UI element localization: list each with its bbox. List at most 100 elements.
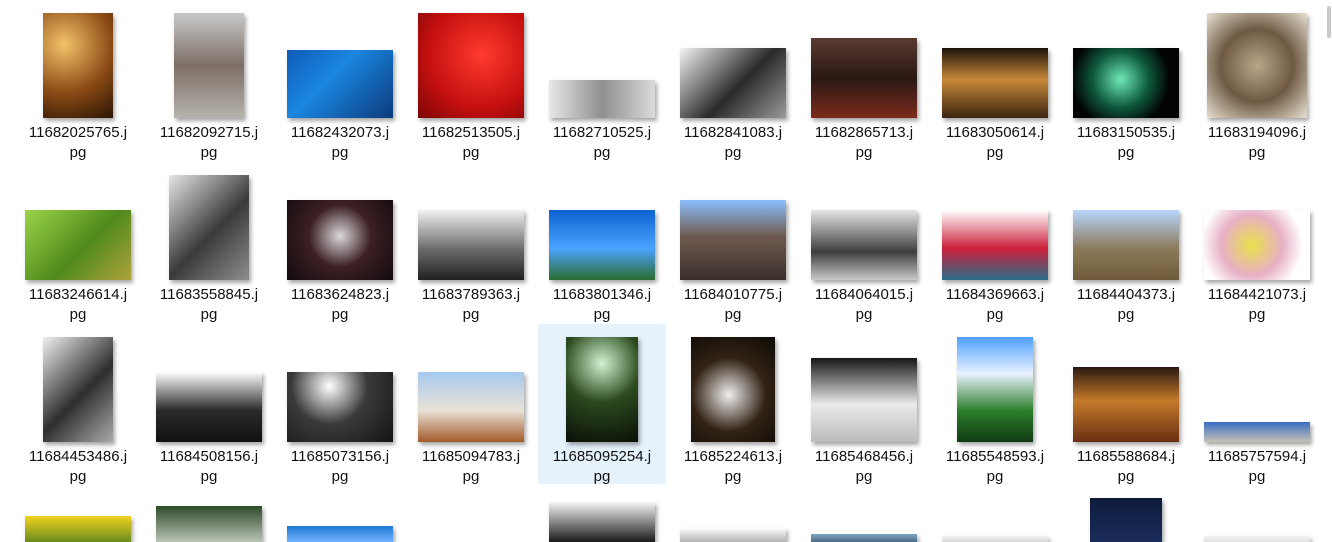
image-thumbnail[interactable]	[1073, 367, 1179, 442]
image-thumbnail[interactable]	[418, 13, 524, 118]
file-name: 11683789363.j pg	[407, 285, 535, 325]
image-thumbnail[interactable]	[287, 526, 393, 542]
image-thumbnail[interactable]	[549, 80, 655, 118]
image-thumbnail[interactable]	[691, 337, 775, 442]
image-thumbnail[interactable]	[680, 528, 786, 542]
file-tile[interactable]: 11684369663.j pg	[931, 162, 1059, 323]
file-tile[interactable]: 11682513505.j pg	[407, 0, 535, 161]
file-name-line-1: 11682092715.j	[159, 124, 259, 141]
image-thumbnail[interactable]	[942, 48, 1048, 118]
image-thumbnail[interactable]	[680, 48, 786, 118]
image-thumbnail[interactable]	[169, 175, 249, 280]
file-tile[interactable]: 11682025765.j pg	[14, 0, 142, 161]
file-thumbnail-grid: 11682025765.j pg 11682092715.j pg 1168243207…	[0, 0, 1332, 542]
image-thumbnail[interactable]	[287, 50, 393, 118]
file-tile[interactable]: 11683624823.j pg	[276, 162, 404, 323]
image-thumbnail[interactable]	[566, 337, 638, 442]
file-name: 11684404373.j pg	[1062, 285, 1190, 325]
image-thumbnail[interactable]	[811, 38, 917, 118]
image-thumbnail[interactable]	[942, 210, 1048, 280]
file-name-line-2: pg	[1117, 306, 1135, 323]
file-name: 11685224613.j pg	[669, 447, 797, 487]
image-thumbnail[interactable]	[549, 502, 655, 542]
image-thumbnail[interactable]	[811, 210, 917, 280]
image-thumbnail[interactable]	[25, 210, 131, 280]
image-thumbnail[interactable]	[1204, 210, 1310, 280]
file-tile[interactable]: 11683194096.j pg	[1193, 0, 1321, 161]
file-tile[interactable]: 11684453486.j pg	[14, 324, 142, 485]
file-tile[interactable]: 11684010775.j pg	[669, 162, 797, 323]
file-name-line-2: pg	[331, 468, 349, 485]
file-tile[interactable]: 11683246614.j pg	[14, 162, 142, 325]
file-name: 11685073156.j pg	[276, 447, 404, 487]
file-name-line-2: pg	[986, 306, 1004, 323]
file-name-line-2: pg	[593, 468, 611, 485]
image-thumbnail[interactable]	[43, 337, 113, 442]
file-name: 11685095254.j pg	[538, 447, 666, 487]
image-thumbnail[interactable]	[811, 358, 917, 442]
image-thumbnail[interactable]	[957, 337, 1033, 442]
vertical-scrollbar[interactable]	[1326, 0, 1332, 542]
file-name-line-1: 11682513505.j	[421, 124, 521, 141]
scrollbar-thumb[interactable]	[1327, 6, 1331, 38]
file-tile[interactable]: 11685224613.j pg	[669, 324, 797, 487]
image-thumbnail[interactable]	[1204, 422, 1310, 442]
image-thumbnail[interactable]	[811, 534, 917, 542]
file-tile[interactable]: 11683150535.j pg	[1062, 0, 1190, 161]
file-name-line-1: 11682025765.j	[28, 124, 128, 141]
file-tile[interactable]: 11682092715.j pg	[145, 0, 273, 161]
image-thumbnail[interactable]	[418, 210, 524, 280]
file-tile[interactable]: 11685548593.j pg	[931, 324, 1059, 487]
file-tile[interactable]: 11684508156.j pg	[145, 324, 273, 485]
file-tile[interactable]: 11682710525.j pg	[538, 0, 666, 161]
file-name: 11685588684.j pg	[1062, 447, 1190, 487]
file-name-line-1: 11684421073.j	[1207, 286, 1307, 303]
file-tile[interactable]: 11685095254.j pg	[538, 324, 666, 487]
file-tile[interactable]: 11682432073.j pg	[276, 0, 404, 161]
image-thumbnail[interactable]	[1073, 48, 1179, 118]
image-thumbnail[interactable]	[25, 516, 131, 542]
image-thumbnail[interactable]	[1204, 536, 1310, 542]
file-tile[interactable]: 11683801346.j pg	[538, 162, 666, 323]
image-thumbnail[interactable]	[156, 506, 262, 542]
image-thumbnail[interactable]	[942, 536, 1048, 542]
file-tile[interactable]: 11685588684.j pg	[1062, 324, 1190, 487]
file-tile[interactable]: 11683050614.j pg	[931, 0, 1059, 161]
file-name: 11682865713.j pg	[800, 123, 928, 163]
file-name-line-2: pg	[200, 468, 218, 485]
file-name-line-2: pg	[1117, 468, 1135, 485]
image-thumbnail[interactable]	[1073, 210, 1179, 280]
image-thumbnail[interactable]	[174, 13, 244, 118]
file-name: 11685548593.j pg	[931, 447, 1059, 487]
file-name-line-2: pg	[593, 144, 611, 161]
image-thumbnail[interactable]	[287, 372, 393, 442]
file-tile[interactable]: 11683789363.j pg	[407, 162, 535, 325]
file-name-line-2: pg	[331, 144, 349, 161]
file-tile[interactable]: 11684421073.j pg	[1193, 162, 1321, 323]
file-name: 11683246614.j pg	[14, 285, 142, 325]
file-name-line-2: pg	[200, 306, 218, 323]
image-thumbnail[interactable]	[680, 200, 786, 280]
image-thumbnail[interactable]	[156, 372, 262, 442]
file-tile[interactable]: 11685073156.j pg	[276, 324, 404, 487]
image-thumbnail[interactable]	[1207, 13, 1307, 118]
file-tile[interactable]: 11685468456.j pg	[800, 324, 928, 485]
image-thumbnail[interactable]	[418, 372, 524, 442]
file-name-line-1: 11683624823.j	[290, 286, 390, 303]
file-tile[interactable]: 11685094783.j pg	[407, 324, 535, 485]
file-name-line-2: pg	[200, 144, 218, 161]
file-name-line-2: pg	[1248, 144, 1266, 161]
file-name-line-1: 11683558845.j	[159, 286, 259, 303]
image-thumbnail[interactable]	[1090, 498, 1162, 542]
file-name-line-2: pg	[331, 306, 349, 323]
file-name-line-1: 11683194096.j	[1207, 124, 1307, 141]
file-tile[interactable]: 11685757594.j pg	[1193, 324, 1321, 485]
image-thumbnail[interactable]	[287, 200, 393, 280]
file-tile[interactable]: 11682841083.j pg	[669, 0, 797, 161]
file-tile[interactable]: 11684064015.j pg	[800, 162, 928, 323]
file-tile[interactable]: 11682865713.j pg	[800, 0, 928, 163]
file-tile[interactable]: 11684404373.j pg	[1062, 162, 1190, 325]
image-thumbnail[interactable]	[43, 13, 113, 118]
image-thumbnail[interactable]	[549, 210, 655, 280]
file-tile[interactable]: 11683558845.j pg	[145, 162, 273, 323]
